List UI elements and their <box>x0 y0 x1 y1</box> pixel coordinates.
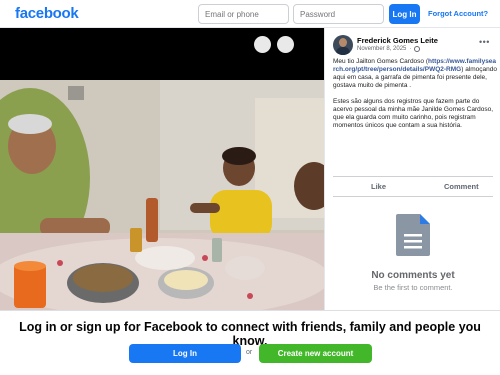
header-login-button[interactable]: Log In <box>389 4 420 24</box>
post-text-intro: Meu tio Jailton Gomes Cardoso ( <box>333 58 429 65</box>
photo-prev-dot[interactable] <box>254 36 271 53</box>
login-button[interactable]: Log In <box>129 344 241 363</box>
or-label: or <box>246 349 253 356</box>
document-icon <box>396 214 430 256</box>
avatar[interactable] <box>333 35 353 55</box>
email-field[interactable] <box>198 4 289 24</box>
post-author[interactable]: Frederick Gomes Leite <box>357 36 438 45</box>
photo-image <box>0 28 324 310</box>
post-panel: Frederick Gomes Leite November 8, 2025 ·… <box>324 28 500 310</box>
signup-bar: Log in or sign up for Facebook to connec… <box>0 310 500 375</box>
post-text-second: Estes são alguns dos registros que fazem… <box>333 98 494 129</box>
globe-icon <box>414 46 421 52</box>
divider <box>333 176 493 177</box>
password-field[interactable] <box>293 4 384 24</box>
no-comments-title: No comments yet <box>371 270 455 281</box>
post-date[interactable]: November 8, 2025 <box>357 46 406 52</box>
like-button[interactable]: Like <box>371 182 386 191</box>
top-bar: facebook Log In Forgot Account? <box>0 0 500 28</box>
photo-next-dot[interactable] <box>277 36 294 53</box>
create-account-button[interactable]: Create new account <box>259 344 372 363</box>
signup-prompt: Log in or sign up for Facebook to connec… <box>19 320 481 348</box>
comment-button[interactable]: Comment <box>444 182 479 191</box>
divider <box>333 196 493 197</box>
more-options-icon[interactable]: ••• <box>479 37 490 47</box>
no-comments-subtitle: Be the first to comment. <box>373 283 453 292</box>
post-meta: November 8, 2025 · <box>357 46 421 52</box>
post-photo[interactable] <box>0 28 324 310</box>
forgot-account-link[interactable]: Forgot Account? <box>428 9 488 18</box>
post-body: Meu tio Jailton Gomes Cardoso (https://w… <box>333 58 497 138</box>
facebook-logo[interactable]: facebook <box>15 5 79 22</box>
